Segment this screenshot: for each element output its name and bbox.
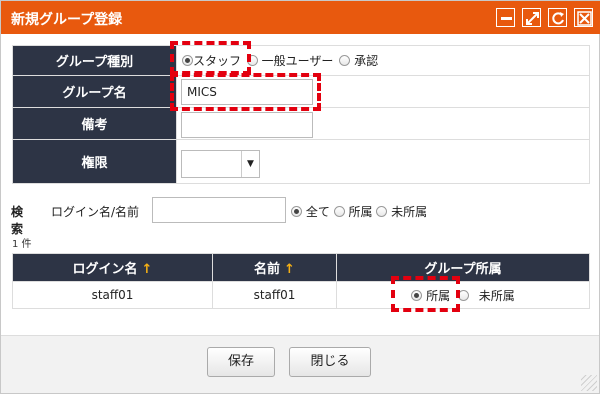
radio-selected-icon[interactable] — [291, 206, 302, 217]
resize-grip-icon[interactable] — [581, 375, 597, 391]
column-header-login[interactable]: ログイン名 ↑ — [12, 253, 213, 282]
remarks-label: 備考 — [12, 107, 177, 140]
close-button[interactable]: 閉じる — [289, 347, 371, 377]
membership-option-member[interactable]: 所属 — [411, 289, 450, 303]
user-table: ログイン名 ↑ 名前 ↑ グループ所属 staff01 staff01 所属 未所属 — [12, 253, 590, 309]
filter-option-member[interactable]: 所属 — [333, 205, 373, 219]
column-header-membership: グループ所属 — [336, 253, 590, 282]
radio-icon[interactable] — [457, 289, 469, 301]
group-name-label: グループ名 — [12, 75, 177, 108]
radio-selected-icon[interactable] — [182, 55, 193, 66]
dialog-title: 新規グループ登録 — [11, 12, 123, 28]
permission-label: 権限 — [12, 139, 177, 184]
membership-option-nonmember[interactable]: 未所属 — [457, 289, 515, 303]
group-type-option-staff[interactable]: スタッフ — [182, 54, 241, 68]
refresh-icon[interactable] — [548, 8, 567, 27]
close-icon[interactable] — [574, 8, 593, 27]
dialog-footer: 保存 閉じる — [1, 335, 599, 393]
remarks-input[interactable] — [181, 112, 313, 138]
group-type-label: グループ種別 — [12, 45, 177, 76]
radio-icon[interactable] — [246, 55, 258, 66]
minimize-icon[interactable] — [496, 8, 515, 27]
table-row: staff01 staff01 所属 未所属 — [12, 281, 590, 309]
search-filter: 全て 所属 未所属 — [291, 203, 427, 220]
dialog-titlebar: 新規グループ登録 — [1, 1, 600, 34]
save-button[interactable]: 保存 — [207, 347, 275, 377]
filter-option-all[interactable]: 全て — [291, 205, 330, 219]
chevron-down-icon: ▼ — [241, 151, 259, 177]
filter-option-nonmember[interactable]: 未所属 — [376, 205, 427, 219]
cell-login: staff01 — [12, 281, 213, 309]
group-type-option-approval[interactable]: 承認 — [339, 54, 378, 68]
radio-selected-icon[interactable] — [411, 289, 423, 301]
radio-icon[interactable] — [376, 206, 388, 217]
cell-name: staff01 — [212, 281, 337, 309]
group-name-input[interactable]: MICS — [181, 79, 313, 105]
sort-up-icon[interactable]: ↑ — [142, 262, 153, 277]
group-type-option-general[interactable]: 一般ユーザー — [246, 54, 333, 68]
sort-up-icon[interactable]: ↑ — [284, 262, 295, 277]
result-count: 1 件 — [12, 239, 32, 250]
column-header-name[interactable]: 名前 ↑ — [212, 253, 337, 282]
radio-icon[interactable] — [339, 55, 351, 66]
search-input[interactable] — [152, 197, 286, 223]
group-type-options: スタッフ 一般ユーザー 承認 — [176, 45, 590, 76]
search-field-label: ログイン名/名前 — [51, 205, 140, 219]
radio-icon[interactable] — [333, 206, 345, 217]
maximize-icon[interactable] — [522, 8, 541, 27]
new-group-dialog: 新規グループ登録 グループ種別 スタッフ 一般ユーザー 承認 グループ名 備考 … — [0, 0, 600, 394]
search-label: 検索 — [11, 205, 24, 236]
cell-membership: 所属 未所属 — [336, 281, 590, 309]
permission-select[interactable]: ▼ — [181, 150, 260, 178]
